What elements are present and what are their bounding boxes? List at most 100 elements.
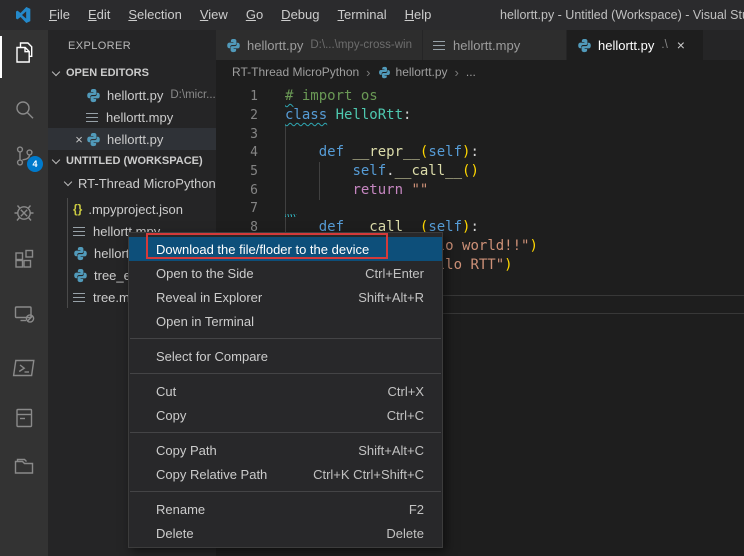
code-line[interactable]: 4 def __repr__(self): <box>216 143 744 162</box>
shortcut: F2 <box>409 502 424 517</box>
workspace-header[interactable]: UNTITLED (WORKSPACE) <box>48 150 216 172</box>
menu-separator <box>130 338 441 339</box>
text-file-icon <box>86 112 99 123</box>
debug-bug-icon <box>10 198 38 226</box>
menu-item-delete[interactable]: DeleteDelete <box>129 521 442 545</box>
chevron-right-icon: › <box>366 65 370 80</box>
code-line[interactable]: 3 <box>216 125 744 144</box>
breadcrumb: RT-Thread MicroPython › hellortt.py › ..… <box>216 60 744 84</box>
files-icon <box>10 38 38 66</box>
explorer-button[interactable] <box>10 38 38 66</box>
tree-folder-rt-thread[interactable]: RT-Thread MicroPython <box>48 172 216 194</box>
open-editor-item[interactable]: hellortt.py D:\micr... <box>48 84 216 106</box>
menu-edit[interactable]: Edit <box>79 0 119 30</box>
text-file-icon <box>73 226 86 237</box>
menu-separator <box>130 491 441 492</box>
python-file-icon <box>226 38 241 53</box>
line-number: 3 <box>216 125 258 144</box>
tab-path: .\ <box>661 39 667 51</box>
text-file-icon <box>433 40 446 51</box>
line-number: 6 <box>216 181 258 200</box>
tree-item[interactable]: {} .mpyproject.json <box>48 198 216 220</box>
tab-hellortt-py-external[interactable]: hellortt.py D:\...\mpy-cross-win <box>216 30 423 60</box>
code-line[interactable]: 1 # import os <box>216 87 744 106</box>
line-number: 2 <box>216 106 258 125</box>
tab-hellortt-py-active[interactable]: hellortt.py .\ × <box>567 30 704 60</box>
extensions-button[interactable] <box>10 246 38 274</box>
scm-badge: 4 <box>27 156 43 172</box>
menu-selection[interactable]: Selection <box>119 0 190 30</box>
search-button[interactable] <box>10 96 38 124</box>
remote-device-icon <box>10 300 38 328</box>
chevron-down-icon <box>64 177 72 185</box>
close-tab-icon[interactable]: × <box>677 37 685 53</box>
text-file-icon <box>73 292 86 303</box>
json-file-icon: {} <box>73 202 82 216</box>
open-editors-header[interactable]: OPEN EDITORS <box>48 62 216 84</box>
shortcut: Ctrl+X <box>388 384 424 399</box>
code-line[interactable]: 7 <box>216 199 744 218</box>
breadcrumb-symbol[interactable]: ... <box>466 65 476 79</box>
line-number: 4 <box>216 143 258 162</box>
menu-item-open-to-side[interactable]: Open to the SideCtrl+Enter <box>129 261 442 285</box>
active-view-indicator <box>0 36 2 78</box>
shortcut: Ctrl+K Ctrl+Shift+C <box>313 467 424 482</box>
menu-item-copy-relative-path[interactable]: Copy Relative PathCtrl+K Ctrl+Shift+C <box>129 462 442 486</box>
file-path: D:\micr... <box>170 89 215 101</box>
python-file-icon <box>378 66 391 79</box>
menu-separator <box>130 432 441 433</box>
menu-go[interactable]: Go <box>237 0 272 30</box>
menu-file[interactable]: File <box>40 0 79 30</box>
notes-icon <box>10 404 38 432</box>
open-editor-item-active[interactable]: × hellortt.py <box>48 128 216 150</box>
line-number: 1 <box>216 87 258 106</box>
titlebar: File Edit Selection View Go Debug Termin… <box>0 0 744 30</box>
breadcrumb-folder[interactable]: RT-Thread MicroPython <box>232 65 359 79</box>
shortcut: Ctrl+C <box>387 408 424 423</box>
powershell-icon <box>10 354 38 382</box>
indent-guide <box>67 198 68 308</box>
python-file-icon <box>86 132 101 147</box>
window-title: hellortt.py - Untitled (Workspace) - Vis… <box>500 0 744 30</box>
menu-item-reveal-in-explorer[interactable]: Reveal in ExplorerShift+Alt+R <box>129 285 442 309</box>
menu-item-copy-path[interactable]: Copy PathShift+Alt+C <box>129 438 442 462</box>
close-icon[interactable]: × <box>72 132 86 147</box>
menu-view[interactable]: View <box>191 0 237 30</box>
shortcut: Ctrl+Enter <box>365 266 424 281</box>
remote-device-button[interactable] <box>10 300 38 328</box>
code-line[interactable]: 6 return "" <box>216 181 744 200</box>
chevron-down-icon <box>52 67 60 75</box>
menu-debug[interactable]: Debug <box>272 0 328 30</box>
code-line[interactable]: 2 class HelloRtt: <box>216 106 744 125</box>
python-file-icon <box>73 268 88 283</box>
shortcut: Shift+Alt+R <box>358 290 424 305</box>
folder-icon <box>10 452 38 480</box>
sidebar-title: EXPLORER <box>48 30 216 62</box>
code-line[interactable]: 5 self.__call__() <box>216 162 744 181</box>
powershell-terminal-button[interactable] <box>10 354 38 382</box>
breadcrumb-file[interactable]: hellortt.py <box>396 65 448 79</box>
output-notes-button[interactable] <box>10 404 38 432</box>
folder-view-button[interactable] <box>10 452 38 480</box>
tab-bar: hellortt.py D:\...\mpy-cross-win hellort… <box>216 30 744 60</box>
line-number: 7 <box>216 199 258 218</box>
chevron-down-icon <box>52 155 60 163</box>
menu-help[interactable]: Help <box>396 0 441 30</box>
menu-item-open-in-terminal[interactable]: Open in Terminal <box>129 309 442 333</box>
open-editor-item[interactable]: hellortt.mpy <box>48 106 216 128</box>
menu-item-cut[interactable]: CutCtrl+X <box>129 379 442 403</box>
menu-terminal[interactable]: Terminal <box>328 0 395 30</box>
menu-item-select-for-compare[interactable]: Select for Compare <box>129 344 442 368</box>
menu-item-copy[interactable]: CopyCtrl+C <box>129 403 442 427</box>
vscode-logo-icon <box>12 5 32 25</box>
tab-hellortt-mpy[interactable]: hellortt.mpy <box>423 30 567 60</box>
python-file-icon <box>86 88 101 103</box>
line-number: 5 <box>216 162 258 181</box>
activity-bar: 4 <box>0 30 48 556</box>
annotation-highlight-box <box>146 233 388 259</box>
menu-item-rename[interactable]: RenameF2 <box>129 497 442 521</box>
context-menu: Download the file/floder to the device O… <box>128 232 443 548</box>
extensions-icon <box>10 246 38 274</box>
search-icon <box>10 96 38 124</box>
debug-button[interactable] <box>10 198 38 226</box>
